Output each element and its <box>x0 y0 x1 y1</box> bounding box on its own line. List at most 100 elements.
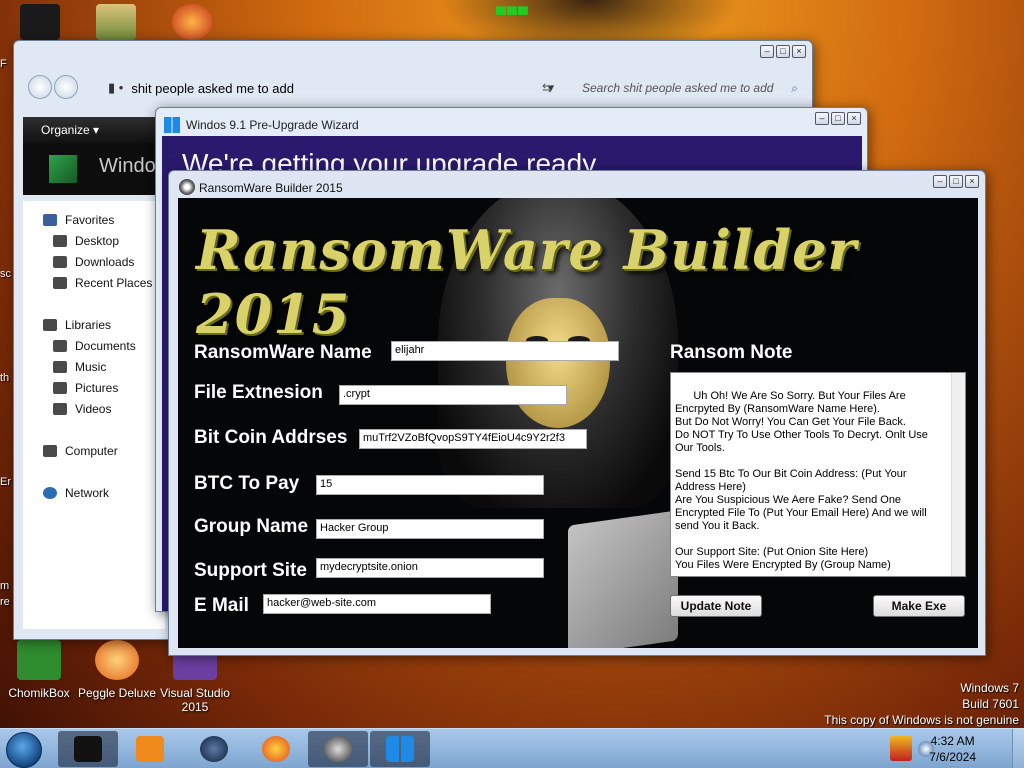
nav-desktop[interactable]: Desktop <box>53 234 119 248</box>
organize-button[interactable]: Organize ▾ <box>41 123 99 137</box>
address-bar-row: ▮ • shit people asked me to add ▾ ⇆ Sear… <box>28 73 800 103</box>
btc-to-pay-input[interactable]: 15 <box>316 475 544 495</box>
ransom-note-text: Uh Oh! We Are So Sorry. But Your Files A… <box>675 390 928 571</box>
chomikbox-icon <box>17 640 61 680</box>
tray-app-icon[interactable] <box>890 735 912 761</box>
minimize-button[interactable]: – <box>760 45 774 58</box>
watermark-build: Build 7601 <box>962 697 1019 711</box>
nav-videos[interactable]: Videos <box>53 402 111 416</box>
folder-icon: ▮ • <box>108 80 124 95</box>
refresh-icon[interactable]: ⇆ <box>542 81 552 95</box>
window-controls: – □ × <box>760 45 806 58</box>
windows-logo-icon <box>386 736 414 762</box>
nav-favorites[interactable]: Favorites <box>43 213 114 227</box>
explorer-icon <box>74 736 102 762</box>
game-icon[interactable] <box>172 4 212 40</box>
downloads-icon <box>53 256 67 268</box>
taskbar-ransomware-builder[interactable] <box>308 731 368 767</box>
search-placeholder: Search shit people asked me to add <box>582 81 774 95</box>
email-label: E Mail <box>194 595 249 616</box>
nav-pictures[interactable]: Pictures <box>53 381 118 395</box>
clock-time: 4:32 AM <box>930 734 975 748</box>
taskbar-firefox[interactable] <box>246 731 306 767</box>
group-name-input[interactable]: Hacker Group <box>316 519 544 539</box>
nav-network[interactable]: Network <box>43 486 109 500</box>
star-icon <box>43 214 57 226</box>
folder-icon[interactable] <box>96 4 136 40</box>
watermark-genuine-notice: This copy of Windows is not genuine <box>824 713 1019 727</box>
maximize-button[interactable]: □ <box>831 112 845 125</box>
maximize-button[interactable]: □ <box>949 175 963 188</box>
desktop-text-fragment: F <box>0 58 7 70</box>
start-button[interactable] <box>6 732 42 768</box>
nav-downloads[interactable]: Downloads <box>53 255 134 269</box>
search-input[interactable]: Search shit people asked me to add ⌕ <box>566 77 802 99</box>
show-desktop-button[interactable] <box>1012 729 1024 768</box>
window-title: RansomWare Builder 2015 <box>199 181 343 195</box>
file-extension-label: File Extnesion <box>194 382 323 403</box>
videos-icon <box>53 403 67 415</box>
builder-body: RansomWare Builder 2015 RansomWare Name … <box>178 198 978 648</box>
close-button[interactable]: × <box>792 45 806 58</box>
forward-button[interactable] <box>54 75 78 99</box>
support-site-label: Support Site <box>194 560 307 581</box>
maximize-button[interactable]: □ <box>776 45 790 58</box>
media-player-icon <box>136 736 164 762</box>
ransomware-name-input[interactable]: elijahr <box>391 341 619 361</box>
ransom-note-textarea[interactable]: Uh Oh! We Are So Sorry. But Your Files A… <box>670 372 966 577</box>
taskbar-steam[interactable] <box>184 731 244 767</box>
make-exe-button[interactable]: Make Exe <box>873 595 965 617</box>
laptop-image <box>568 510 678 648</box>
recycle-bin-icon[interactable] <box>20 4 60 40</box>
desktop-icon-peggle[interactable]: Peggle Deluxe <box>72 640 162 700</box>
address-bar[interactable]: ▮ • shit people asked me to add ▾ <box>108 77 558 99</box>
genuine-watermark: Windows 7 Build 7601 This copy of Window… <box>824 680 1019 728</box>
windows-install-icon <box>49 155 77 183</box>
search-icon: ⌕ <box>791 80 798 95</box>
desktop-icon-label: Visual Studio 2015 <box>160 686 230 714</box>
windows-logo-icon <box>164 117 180 133</box>
nav-libraries[interactable]: Libraries <box>43 318 111 332</box>
nav-computer[interactable]: Computer <box>43 444 118 458</box>
ransom-note-label: Ransom Note <box>670 342 793 363</box>
close-button[interactable]: × <box>847 112 861 125</box>
peggle-icon <box>95 640 139 680</box>
taskbar-upgrade-wizard[interactable] <box>370 731 430 767</box>
banner-text: Windo <box>99 155 156 177</box>
network-icon <box>43 487 57 499</box>
close-button[interactable]: × <box>965 175 979 188</box>
pictures-icon <box>53 382 67 394</box>
window-controls: – □ × <box>933 175 979 188</box>
email-input[interactable]: hacker@web-site.com <box>263 594 491 614</box>
window-controls: – □ × <box>815 112 861 125</box>
taskbar-media-player[interactable] <box>120 731 180 767</box>
minimize-button[interactable]: – <box>815 112 829 125</box>
support-site-input[interactable]: mydecryptsite.onion <box>316 558 544 578</box>
scrollbar[interactable] <box>951 373 965 576</box>
update-note-button[interactable]: Update Note <box>670 595 762 617</box>
nav-documents[interactable]: Documents <box>53 339 136 353</box>
watermark-os: Windows 7 <box>960 681 1019 695</box>
wallpaper-lights: ▀▀▀ <box>496 6 529 22</box>
steam-icon <box>200 736 228 762</box>
desktop-text-fragment: re <box>0 596 10 608</box>
bitcoin-address-input[interactable]: muTrf2VZoBfQvopS9TY4fEioU4c9Y2r2f3 <box>359 429 587 449</box>
computer-icon <box>43 445 57 457</box>
back-button[interactable] <box>28 75 52 99</box>
address-text: shit people asked me to add <box>131 80 294 96</box>
explorer-banner: Windo <box>23 143 165 195</box>
file-extension-input[interactable]: .crypt <box>339 385 567 405</box>
btc-to-pay-label: BTC To Pay <box>194 473 300 494</box>
nav-recent-places[interactable]: Recent Places <box>53 276 152 290</box>
ransomware-builder-window[interactable]: RansomWare Builder 2015 – □ × RansomWare… <box>168 170 986 656</box>
system-clock[interactable]: 4:32 AM 7/6/2024 <box>929 733 976 765</box>
navigation-pane: Favorites Desktop Downloads Recent Place… <box>23 201 165 629</box>
desktop-text-fragment: sc <box>0 268 11 280</box>
libraries-icon <box>43 319 57 331</box>
group-name-label: Group Name <box>194 516 309 537</box>
taskbar-explorer[interactable] <box>58 731 118 767</box>
nav-music[interactable]: Music <box>53 360 106 374</box>
ransomware-name-label: RansomWare Name <box>194 342 372 363</box>
window-title: Windos 9.1 Pre-Upgrade Wizard <box>186 118 359 132</box>
minimize-button[interactable]: – <box>933 175 947 188</box>
